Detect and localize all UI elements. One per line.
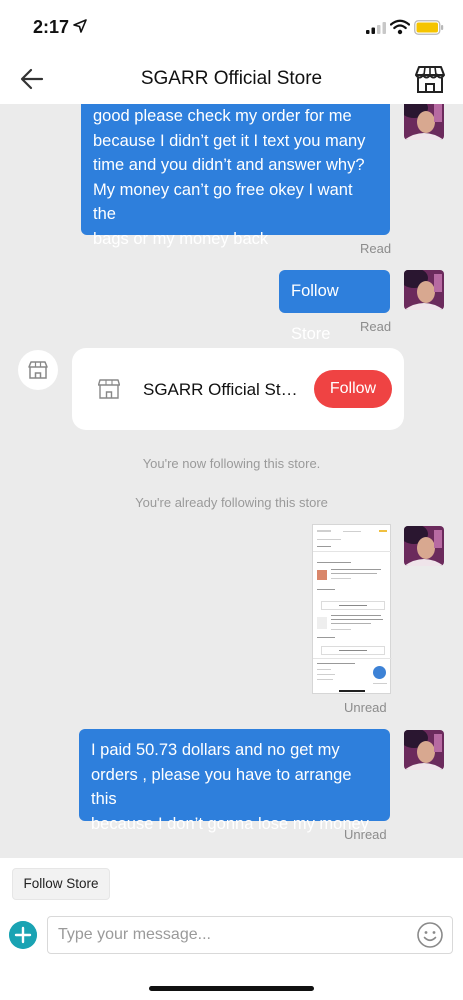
store-name: SGARR Official Store — [143, 380, 305, 399]
avatar-image — [404, 730, 444, 770]
message-line: because I didn’t get it I text you many — [93, 131, 366, 150]
message-bubble[interactable]: Follow Store — [279, 270, 390, 343]
avatar-image — [404, 526, 444, 566]
store-card[interactable]: SGARR Official Store Follow — [72, 348, 404, 430]
read-receipt: Read — [360, 319, 392, 334]
chat-thread[interactable]: good please check my order for me becaus… — [0, 104, 463, 858]
avatar-image — [404, 104, 444, 140]
store-icon — [98, 379, 120, 399]
message-line: My money can’t go free okey I want the — [93, 180, 353, 224]
quick-reply-bar: Follow Store — [0, 858, 463, 910]
composer — [0, 910, 463, 1000]
unread-receipt: Unread — [344, 700, 387, 715]
battery-icon — [414, 20, 444, 35]
store-avatar — [18, 350, 58, 390]
location-arrow-icon — [73, 19, 87, 33]
plus-icon[interactable] — [9, 921, 37, 949]
message-line: Follow Store — [291, 282, 339, 343]
image-message[interactable] — [312, 524, 392, 694]
store-icon[interactable] — [414, 63, 446, 95]
message-input[interactable] — [47, 916, 453, 954]
avatar[interactable] — [404, 104, 444, 140]
signal-icon — [366, 22, 386, 34]
message-line: because I don’t gonna lose my money — [91, 814, 369, 833]
page-title: SGARR Official Store — [140, 68, 323, 89]
message-line: orders , please you have to arrange this — [91, 765, 352, 809]
status-bar: 2:17 — [0, 0, 463, 54]
quick-reply-follow-store[interactable]: Follow Store — [12, 868, 110, 900]
avatar[interactable] — [404, 526, 444, 566]
system-message: You're now following this store. — [142, 456, 321, 471]
message-line: time and you didn’t and answer why? — [93, 156, 365, 174]
follow-button[interactable]: Follow — [314, 370, 392, 408]
message-line: good please check my order for me — [93, 107, 352, 125]
wifi-icon — [390, 19, 410, 35]
home-indicator — [149, 986, 314, 991]
emoji-icon[interactable] — [416, 921, 444, 949]
store-icon — [28, 361, 48, 379]
message-line: bags or my money back — [93, 229, 269, 248]
message-line: I paid 50.73 dollars and no get my — [91, 741, 340, 759]
nav-bar: SGARR Official Store — [0, 54, 463, 104]
avatar[interactable] — [404, 270, 444, 310]
status-time: 2:17 — [33, 17, 70, 37]
message-bubble[interactable]: I paid 50.73 dollars and no get my order… — [79, 729, 390, 833]
avatar[interactable] — [404, 730, 444, 770]
avatar-image — [404, 270, 444, 310]
read-receipt: Read — [360, 241, 392, 256]
system-message: You're already following this store — [135, 495, 328, 510]
message-bubble[interactable]: good please check my order for me becaus… — [81, 104, 390, 248]
unread-receipt: Unread — [344, 827, 387, 842]
